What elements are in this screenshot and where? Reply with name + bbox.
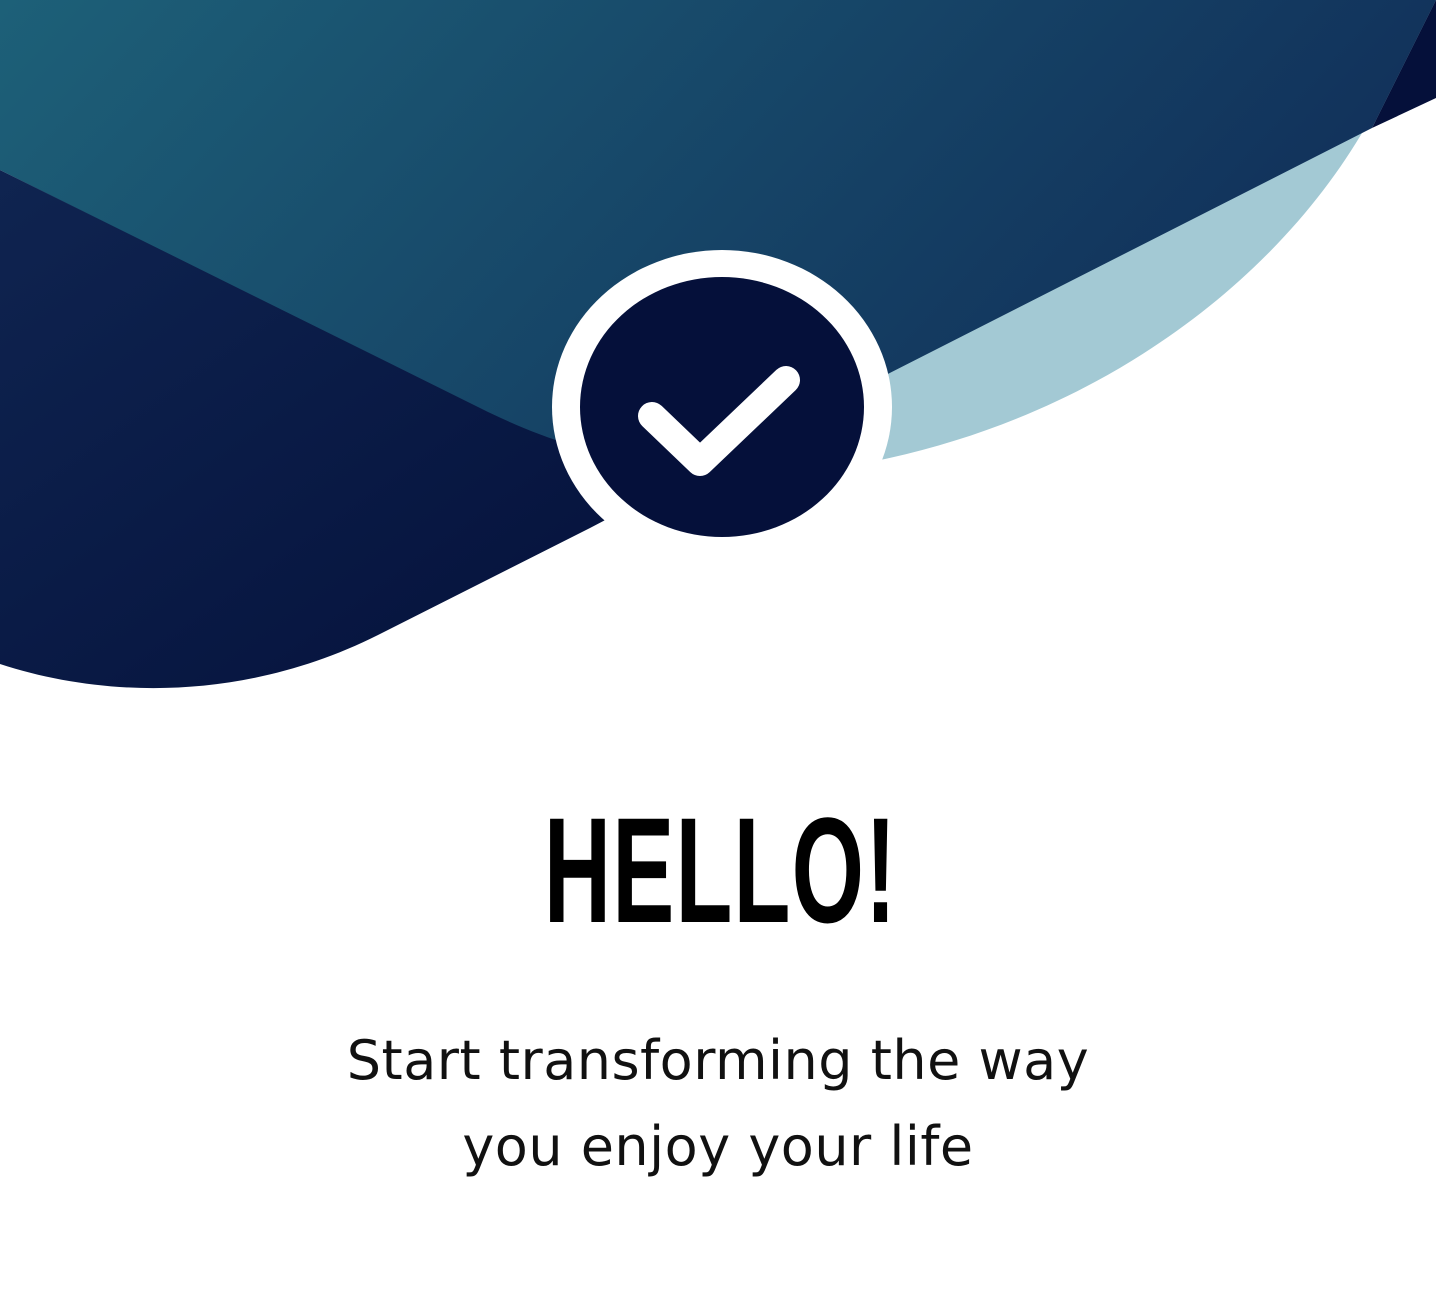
check-circle-icon xyxy=(552,250,892,564)
subtitle-line-1: Start transforming the way xyxy=(346,1029,1090,1092)
badge-fill xyxy=(580,277,864,537)
welcome-screen: HELLO! Start transforming the way you en… xyxy=(0,0,1436,1296)
welcome-subtitle: Start transforming the way you enjoy you… xyxy=(0,1018,1436,1190)
page-title: HELLO! xyxy=(543,786,898,954)
subtitle-line-2: you enjoy your life xyxy=(462,1115,974,1178)
